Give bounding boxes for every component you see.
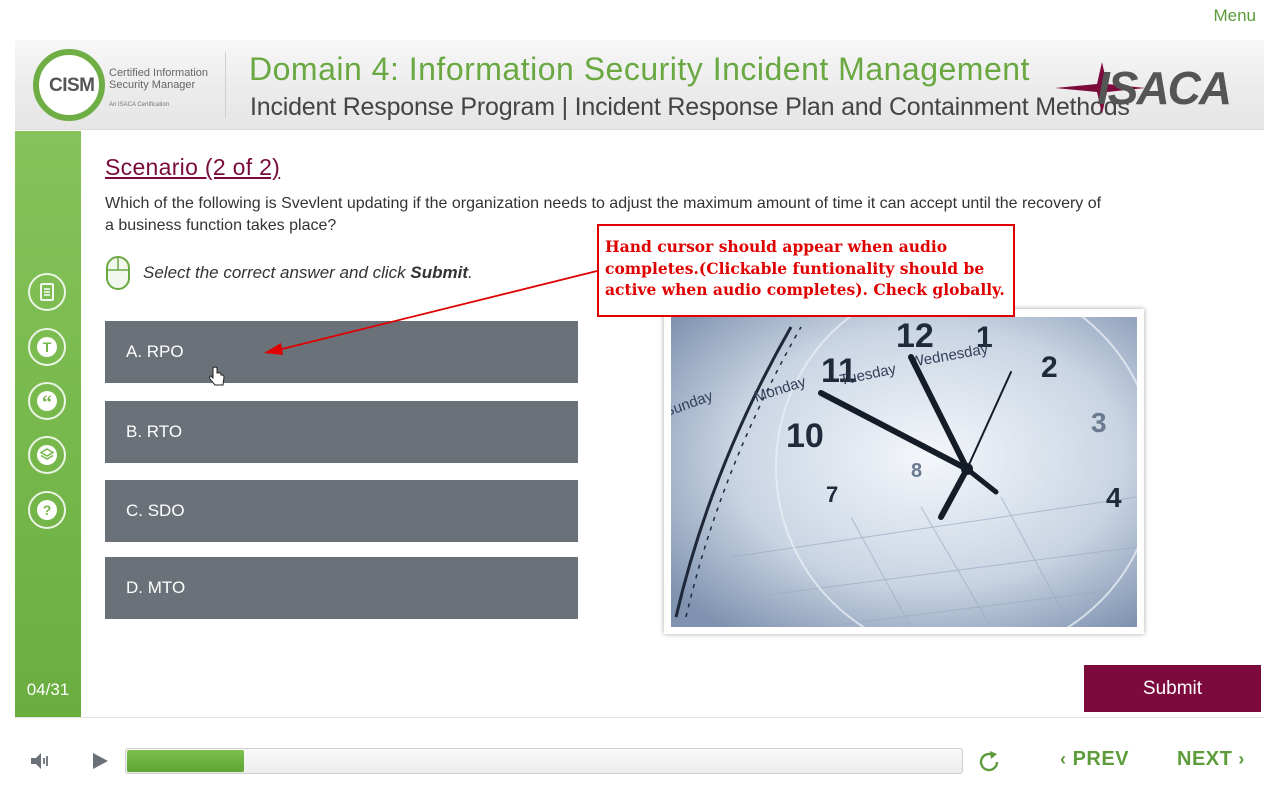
isaca-brand-text: ISACA <box>1097 62 1230 114</box>
course-header: CISM Certified Information Security Mana… <box>15 40 1264 130</box>
cism-logo-line2: Security Manager <box>109 79 196 91</box>
instruction-suffix: . <box>468 263 473 282</box>
volume-icon[interactable] <box>29 751 51 771</box>
prev-button[interactable]: ‹ PREV <box>1060 748 1129 771</box>
instruction-bold: Submit <box>410 263 469 282</box>
transcript-icon: T <box>37 337 57 357</box>
mouse-icon <box>106 256 130 290</box>
cism-logo-line1: Certified Information <box>109 67 209 79</box>
isaca-logo: ISACA <box>1055 62 1232 114</box>
course-title: Domain 4: Information Security Incident … <box>249 51 1030 87</box>
illustration-frame: 12 1 2 3 4 7 8 10 11 Monday Tuesday Wedn… <box>664 309 1144 634</box>
transcript-button[interactable]: T <box>28 328 66 366</box>
resources-button[interactable] <box>28 436 66 474</box>
header-divider <box>225 52 226 118</box>
svg-text:“: “ <box>42 392 52 413</box>
answer-option-a[interactable]: A. RPO <box>105 321 578 383</box>
clock-calendar-image: 12 1 2 3 4 7 8 10 11 Monday Tuesday Wedn… <box>671 317 1137 627</box>
answer-option-label: D. MTO <box>126 578 186 597</box>
next-button[interactable]: NEXT › <box>1177 748 1245 771</box>
help-icon: ? <box>37 500 57 520</box>
cism-logo-subtitle: Certified Information Security Manager <box>109 67 219 91</box>
clock-number: 8 <box>911 460 922 482</box>
clock-number: 2 <box>1041 351 1058 384</box>
answer-option-label: C. SDO <box>126 501 185 520</box>
chevron-left-icon: ‹ <box>1060 749 1067 769</box>
svg-text:?: ? <box>43 502 52 518</box>
footer-divider <box>15 717 1264 718</box>
clock-number: 12 <box>896 317 934 355</box>
instruction-text: Select the correct answer and click Subm… <box>143 263 473 283</box>
slide-counter: 04/31 <box>26 680 70 699</box>
help-button[interactable]: ? <box>28 491 66 529</box>
replay-icon[interactable] <box>977 750 1001 774</box>
svg-text:T: T <box>43 339 52 355</box>
clock-number: 7 <box>826 482 838 507</box>
clock-number: 3 <box>1091 407 1107 438</box>
scenario-title: Scenario (2 of 2) <box>105 154 281 180</box>
next-label: NEXT <box>1177 748 1233 770</box>
resources-icon <box>37 445 57 465</box>
quote-icon: “ <box>37 391 57 413</box>
menu-link[interactable]: Menu <box>1213 6 1256 26</box>
sidebar: T “ ? 04/31 <box>15 131 81 717</box>
submit-button[interactable]: Submit <box>1084 665 1261 712</box>
cism-logo-text: CISM <box>49 75 95 96</box>
play-icon[interactable] <box>91 752 109 770</box>
annotation-callout: Hand cursor should appear when audio com… <box>597 224 1015 317</box>
progress-fill <box>127 750 244 772</box>
instruction-prefix: Select the correct answer and click <box>143 263 411 282</box>
answer-option-label: B. RTO <box>126 422 183 441</box>
answer-option-label: A. RPO <box>126 342 184 361</box>
cism-logo-small: An ISACA Certification <box>109 102 170 108</box>
progress-bar[interactable] <box>125 748 963 774</box>
quote-button[interactable]: “ <box>28 382 66 420</box>
chevron-right-icon: › <box>1238 749 1245 769</box>
answer-option-b[interactable]: B. RTO <box>105 401 578 463</box>
notes-icon <box>40 283 54 301</box>
clock-number: 4 <box>1106 482 1122 513</box>
prev-label: PREV <box>1072 748 1130 770</box>
answer-option-c[interactable]: C. SDO <box>105 480 578 542</box>
clock-number: 10 <box>786 417 824 455</box>
course-subtitle: Incident Response Program | Incident Res… <box>250 93 1130 121</box>
notes-button[interactable] <box>28 273 66 311</box>
answer-option-d[interactable]: D. MTO <box>105 557 578 619</box>
